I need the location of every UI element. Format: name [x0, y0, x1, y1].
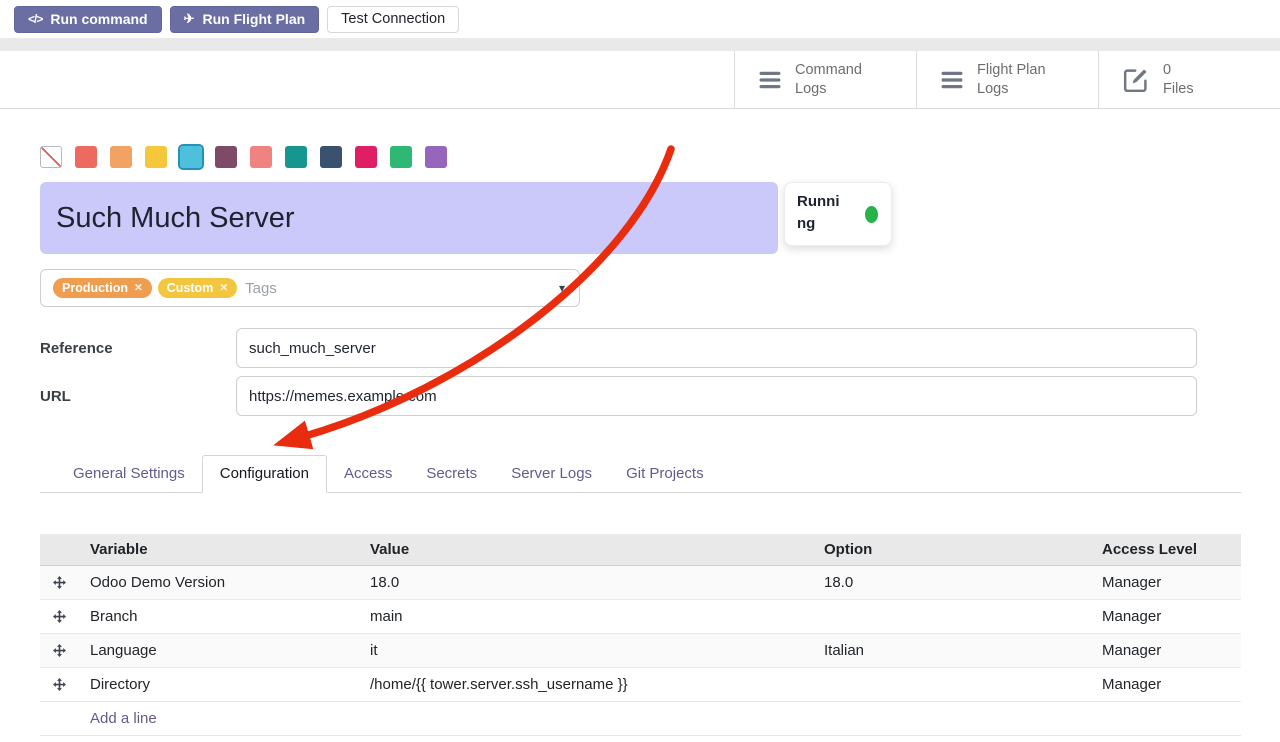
color-swatch-navy[interactable] [320, 146, 342, 168]
reference-row: Reference [40, 328, 1241, 368]
run-flight-plan-button[interactable]: ✈ Run Flight Plan [170, 6, 320, 33]
reference-input[interactable] [236, 328, 1197, 368]
tag-production[interactable]: Production ✕ [53, 278, 152, 298]
cell-variable[interactable]: Odoo Demo Version [78, 574, 358, 591]
plane-icon: ✈ [184, 11, 195, 27]
table-row[interactable]: Branchmain Manager [40, 600, 1241, 634]
test-connection-button[interactable]: Test Connection [327, 6, 459, 33]
tab-access[interactable]: Access [327, 456, 409, 492]
table-row[interactable]: LanguageitItalianManager [40, 634, 1241, 668]
run-flight-plan-label: Run Flight Plan [203, 11, 306, 27]
tag-label: Custom [167, 281, 214, 295]
edit-icon [1123, 67, 1149, 93]
tag-label: Production [62, 281, 128, 295]
code-icon: </> [28, 12, 42, 26]
tags-list: Production ✕ Custom ✕ [53, 278, 237, 298]
cell-access-level[interactable]: Manager [1090, 574, 1241, 591]
color-swatch-red[interactable] [75, 146, 97, 168]
tab-server-logs[interactable]: Server Logs [494, 456, 609, 492]
cell-value[interactable]: it [358, 642, 812, 659]
server-name-input[interactable]: Such Much Server [40, 182, 778, 254]
header-band: Command Logs Flight Plan Logs 0 Files [0, 51, 1280, 109]
cell-value[interactable]: 18.0 [358, 574, 812, 591]
tags-field[interactable]: Production ✕ Custom ✕ Tags ▾ [40, 269, 580, 307]
move-icon[interactable] [53, 576, 66, 589]
header-cell-access-level: Access Level [1090, 541, 1241, 558]
cell-value[interactable]: /home/{{ tower.server.ssh_username }} [358, 676, 812, 693]
move-icon[interactable] [53, 678, 66, 691]
color-swatch-no-color[interactable] [40, 146, 62, 168]
color-swatch-yellow[interactable] [145, 146, 167, 168]
color-swatch-plum[interactable] [215, 146, 237, 168]
color-swatch-salmon[interactable] [250, 146, 272, 168]
color-swatch-teal[interactable] [285, 146, 307, 168]
cell-access-level[interactable]: Manager [1090, 676, 1241, 693]
header-cell-option: Option [812, 541, 1090, 558]
drag-handle[interactable] [40, 644, 78, 657]
cell-variable[interactable]: Language [78, 642, 358, 659]
server-name-row: Such Much Server Running [40, 182, 1241, 254]
header-cell-value: Value [358, 541, 812, 558]
tab-configuration[interactable]: Configuration [202, 455, 327, 493]
cell-variable[interactable]: Directory [78, 676, 358, 693]
table-header-row: VariableValueOptionAccess Level [40, 534, 1241, 566]
tab-git-projects[interactable]: Git Projects [609, 456, 721, 492]
files-label: Files [1163, 80, 1194, 99]
color-palette [40, 146, 1241, 168]
run-command-button[interactable]: </> Run command [14, 6, 162, 33]
cell-variable[interactable]: Branch [78, 608, 358, 625]
command-logs-button[interactable]: Command Logs [734, 51, 916, 108]
add-line-row: Add a line [40, 702, 1241, 736]
header-cell-variable: Variable [78, 541, 358, 558]
status-label: Running [797, 191, 845, 235]
test-connection-label: Test Connection [341, 11, 445, 27]
table-row[interactable]: Odoo Demo Version18.018.0Manager [40, 566, 1241, 600]
tag-custom[interactable]: Custom ✕ [158, 278, 237, 298]
main-content: Such Much Server Running Production✕Cust… [0, 146, 1280, 736]
drag-handle[interactable] [40, 678, 78, 691]
cell-access-level[interactable]: Manager [1090, 642, 1241, 659]
color-swatch-cyan[interactable] [180, 146, 202, 168]
flight-plan-logs-label: Flight Plan Logs [977, 61, 1065, 99]
cell-access-level[interactable]: Manager [1090, 608, 1241, 625]
tab-bar: General SettingsConfigurationAccessSecre… [40, 452, 1241, 493]
top-toolbar: </> Run command ✈ Run Flight Plan Test C… [0, 0, 1280, 38]
move-icon[interactable] [53, 644, 66, 657]
cell-value[interactable]: main [358, 608, 812, 625]
color-swatch-purple[interactable] [425, 146, 447, 168]
status-card: Running [784, 182, 892, 246]
separator-strip [0, 38, 1280, 51]
list-icon [759, 71, 781, 89]
url-input[interactable] [236, 376, 1197, 416]
cell-option[interactable]: 18.0 [812, 574, 1090, 591]
configuration-table: VariableValueOptionAccess Level Odoo Dem… [40, 534, 1241, 736]
color-swatch-green[interactable] [390, 146, 412, 168]
dropdown-caret-icon[interactable]: ▾ [559, 281, 565, 295]
remove-tag-icon[interactable]: ✕ [219, 282, 228, 294]
files-button[interactable]: 0 Files [1098, 51, 1280, 108]
url-label: URL [40, 388, 236, 405]
reference-label: Reference [40, 340, 236, 357]
tab-secrets[interactable]: Secrets [409, 456, 494, 492]
command-logs-label: Command Logs [795, 61, 883, 99]
add-a-line-link[interactable]: Add a line [78, 710, 358, 727]
remove-tag-icon[interactable]: ✕ [134, 282, 143, 294]
color-swatch-orange[interactable] [110, 146, 132, 168]
flight-plan-logs-button[interactable]: Flight Plan Logs [916, 51, 1098, 108]
tags-placeholder: Tags [245, 280, 277, 297]
move-icon[interactable] [53, 610, 66, 623]
url-row: URL [40, 376, 1241, 416]
cell-option[interactable]: Italian [812, 642, 1090, 659]
tab-general-settings[interactable]: General Settings [56, 456, 202, 492]
files-count: 0 [1163, 61, 1194, 80]
table-body: Odoo Demo Version18.018.0ManagerBranchma… [40, 566, 1241, 702]
list-icon [941, 71, 963, 89]
drag-handle[interactable] [40, 610, 78, 623]
run-command-label: Run command [50, 11, 147, 27]
status-dot-green [865, 206, 878, 223]
color-swatch-magenta[interactable] [355, 146, 377, 168]
drag-handle[interactable] [40, 576, 78, 589]
table-row[interactable]: Directory/home/{{ tower.server.ssh_usern… [40, 668, 1241, 702]
